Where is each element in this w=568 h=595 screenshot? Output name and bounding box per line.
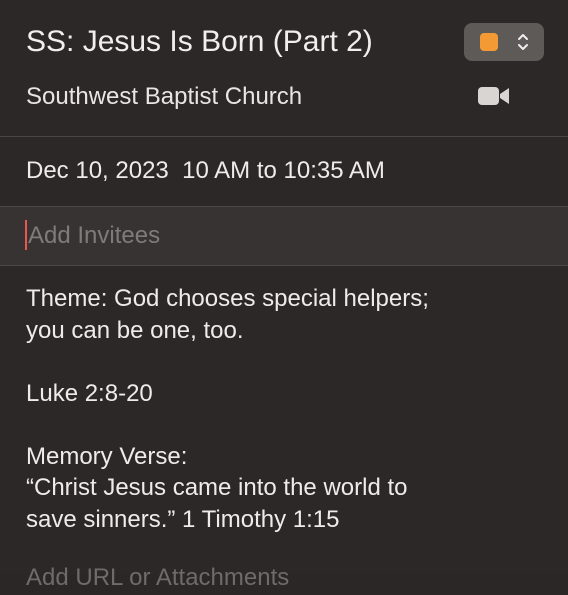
event-location[interactable]: Southwest Baptist Church — [26, 80, 302, 114]
notes-line: Theme: God chooses special helpers; — [26, 285, 429, 312]
divider — [0, 136, 568, 137]
notes-line: save sinners.” 1 Timothy 1:15 — [26, 505, 340, 533]
add-invitees-input[interactable] — [26, 218, 548, 254]
event-detail-popover: SS: Jesus Is Born (Part 2) Southwest Bap… — [0, 0, 568, 591]
event-notes[interactable]: Theme: God chooses special helpers; you … — [26, 283, 546, 535]
event-title[interactable]: SS: Jesus Is Born (Part 2) — [26, 22, 373, 62]
notes-line: you can be one, too. — [26, 316, 244, 344]
event-date: Dec 10, 2023 — [26, 157, 169, 184]
notes-line: Luke 2:8-20 — [26, 379, 153, 407]
event-time-range: 10 AM to 10:35 AM — [182, 157, 385, 184]
calendar-picker[interactable] — [464, 23, 544, 61]
divider — [0, 265, 568, 266]
calendar-color-swatch — [480, 33, 498, 51]
notes-line: Memory Verse: — [26, 442, 188, 470]
notes-line: “Christ Jesus came into the world to — [26, 474, 408, 501]
chevron-up-down-icon — [518, 34, 528, 50]
text-caret — [25, 220, 27, 250]
event-date-time[interactable]: Dec 10, 2023 10 AM to 10:35 AM — [26, 154, 385, 188]
add-url-attachments-field[interactable]: Add URL or Attachments — [26, 561, 289, 595]
video-camera-icon[interactable] — [477, 84, 511, 108]
